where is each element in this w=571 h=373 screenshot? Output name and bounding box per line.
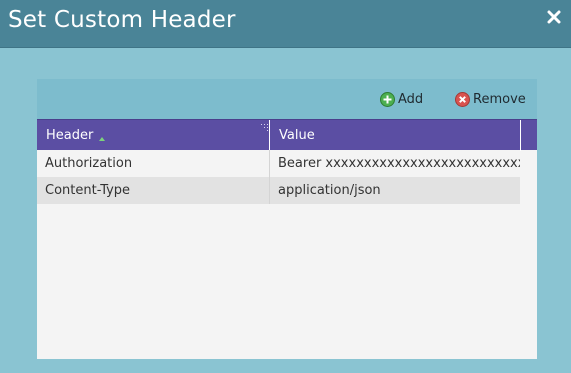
dialog-titlebar: Set Custom Header [0,0,571,48]
header-name-cell[interactable]: Content-Type [37,177,270,204]
table-row[interactable]: Content-Type application/json [37,177,520,204]
sort-icon [98,132,106,141]
column-header-label: Header [46,128,94,143]
column-header-value[interactable]: Value [271,120,521,151]
close-icon[interactable] [545,8,563,26]
grid-header-row: Header Value [37,119,537,151]
header-value-cell[interactable]: Bearer xxxxxxxxxxxxxxxxxxxxxxxxxxx... [270,150,520,177]
headers-panel: Add Remove Header Value Authorization Be… [37,79,537,359]
add-button[interactable]: Add [380,90,423,108]
plus-circle-icon [380,91,395,107]
column-header-header[interactable]: Header [37,120,270,151]
remove-button[interactable]: Remove [455,90,526,108]
grid-toolbar: Add Remove [37,79,537,119]
add-label: Add [398,91,424,107]
dialog-title: Set Custom Header [8,7,236,33]
column-value-label: Value [279,128,315,143]
x-circle-icon [455,91,470,107]
header-name-cell[interactable]: Authorization [37,150,270,177]
header-value-cell[interactable]: application/json [270,177,520,204]
table-row[interactable]: Authorization Bearer xxxxxxxxxxxxxxxxxxx… [37,150,520,177]
column-resize-grip-icon[interactable] [261,121,269,131]
remove-label: Remove [473,91,526,107]
